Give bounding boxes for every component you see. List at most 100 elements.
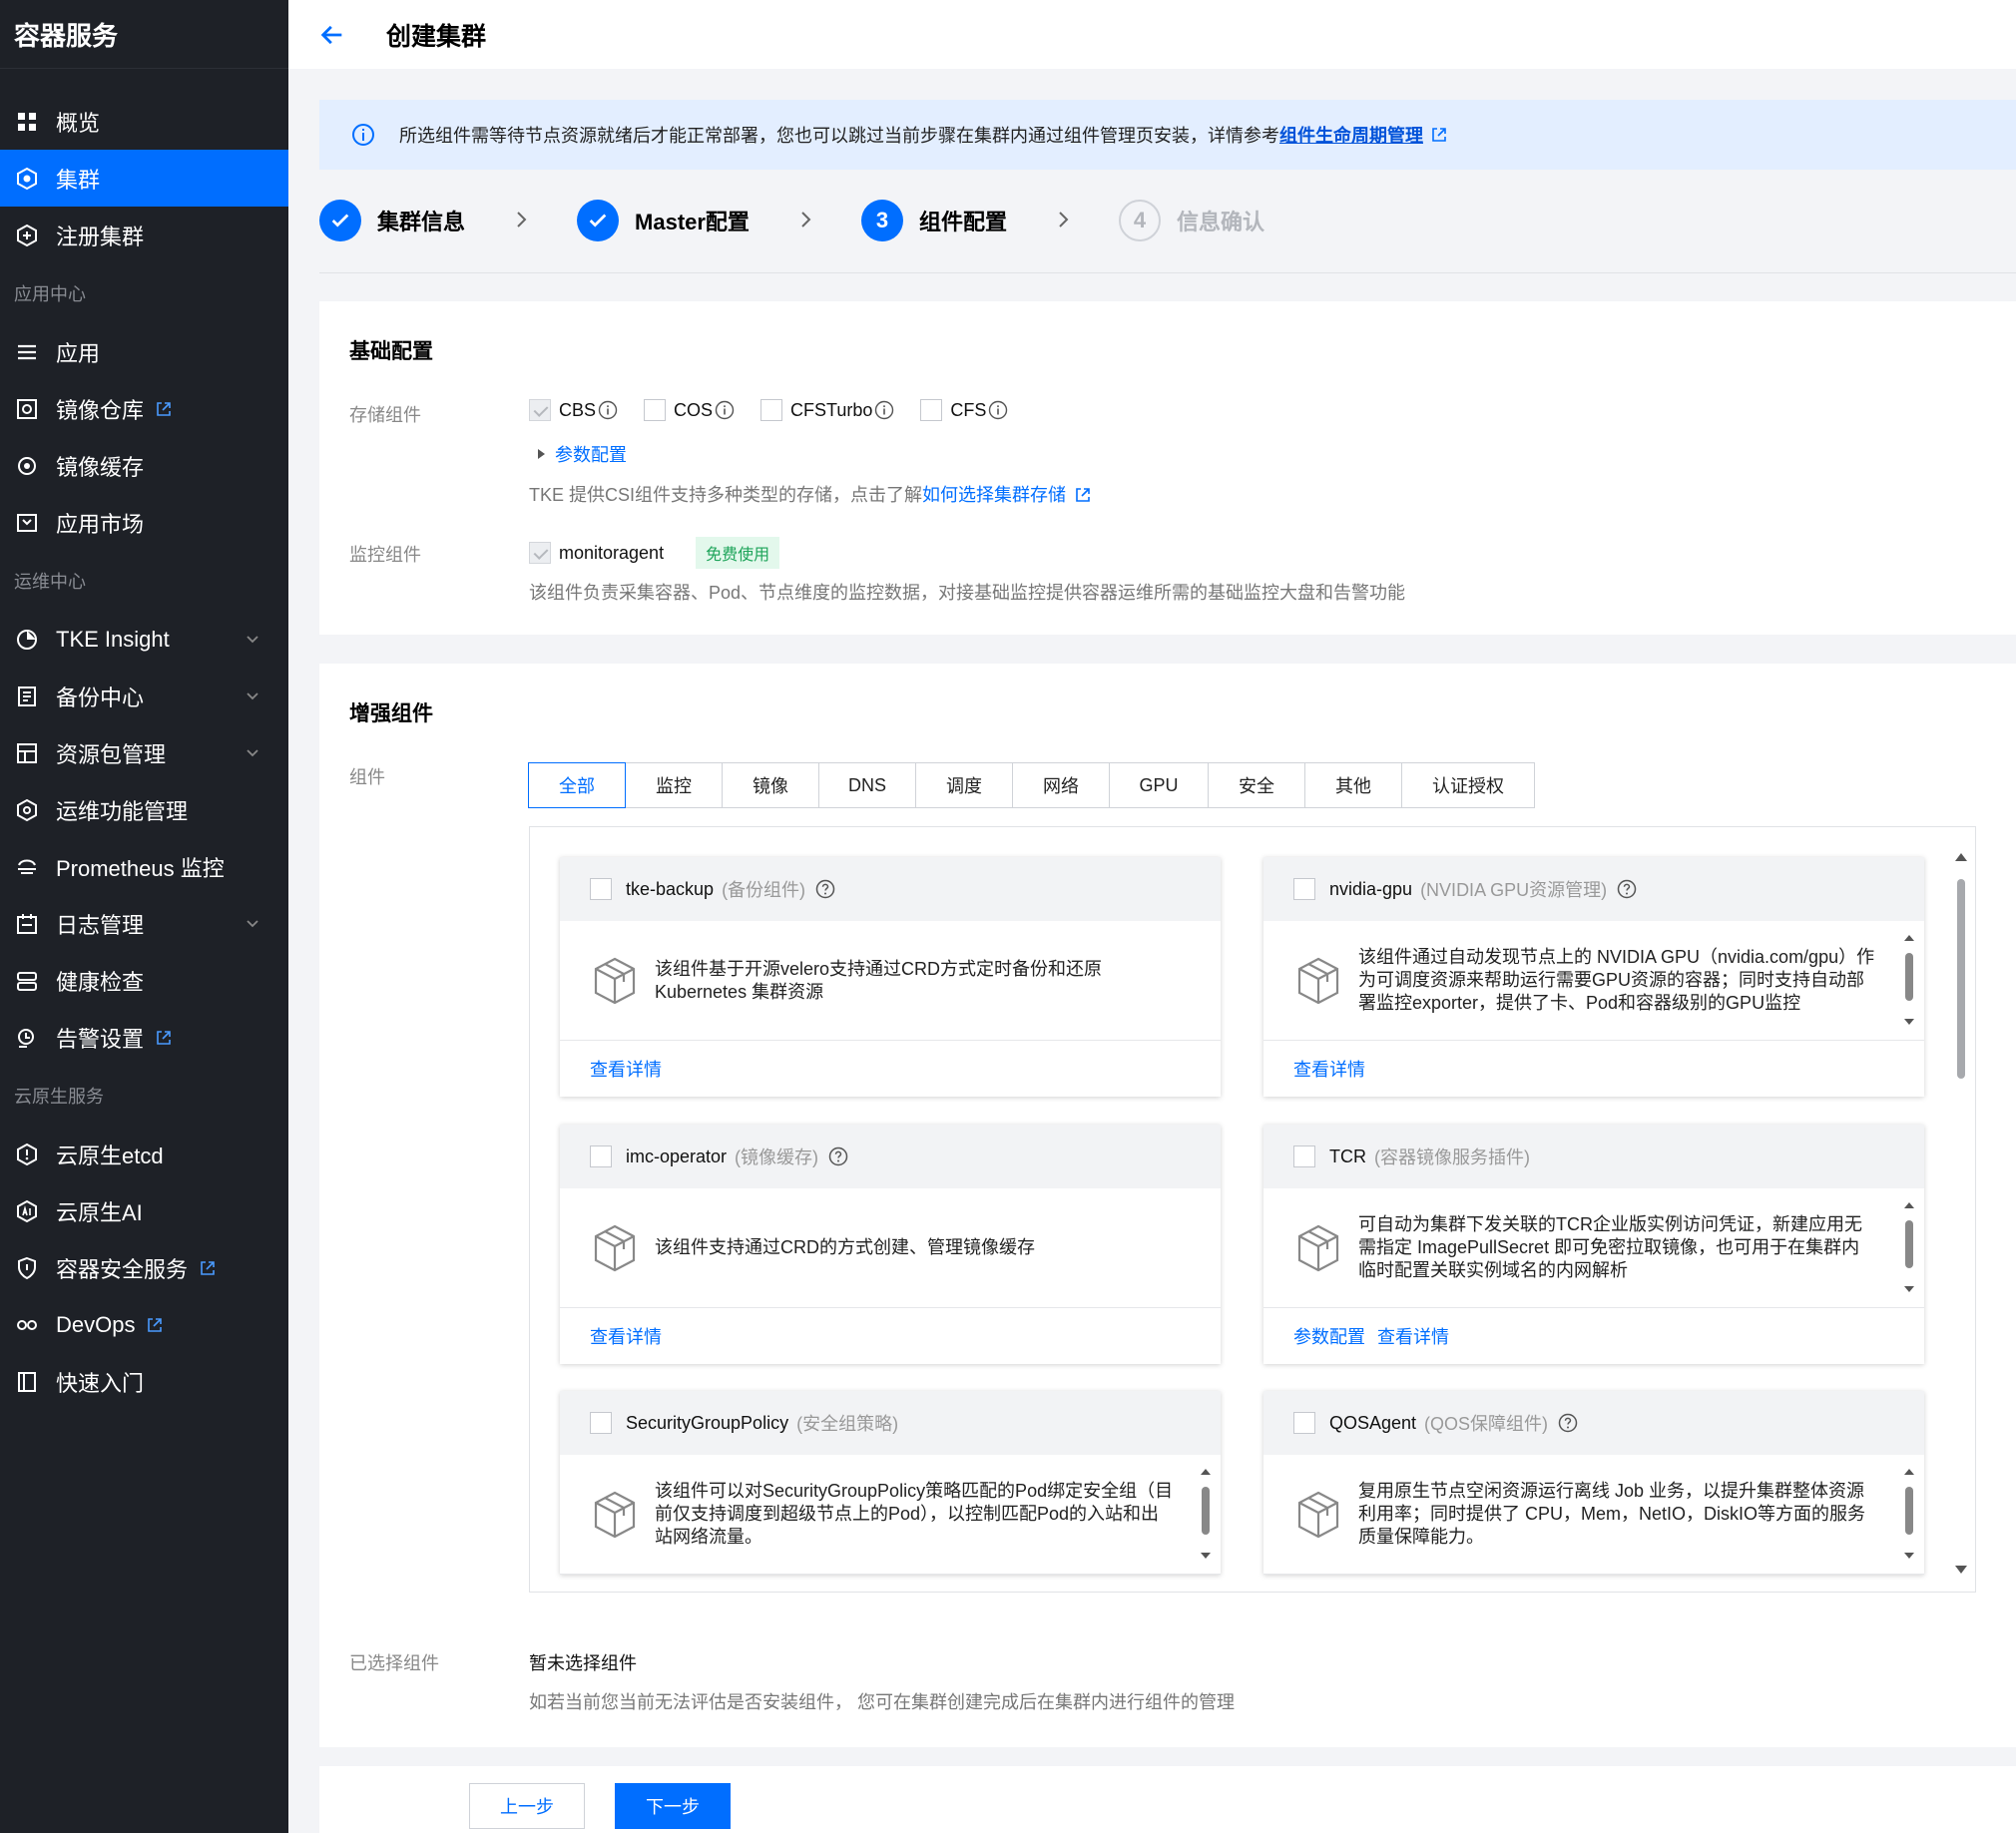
scrollbar[interactable] bbox=[1902, 931, 1916, 1031]
prev-step-button[interactable]: 上一步 bbox=[469, 1783, 585, 1829]
scrollbar[interactable] bbox=[1902, 1465, 1916, 1565]
category-tabs: 全部 监控 镜像 DNS 调度 网络 GPU 安全 其他 认证授权 bbox=[528, 762, 1535, 808]
component-desc: 该组件支持通过CRD的方式创建、管理镜像缓存 bbox=[655, 1237, 1035, 1257]
info-circle-icon[interactable] bbox=[715, 400, 735, 420]
component-desc: 该组件可以对SecurityGroupPolicy策略匹配的Pod绑定安全组（目… bbox=[655, 1481, 1174, 1547]
tab-3[interactable]: DNS bbox=[818, 762, 916, 808]
sidebar-item-label: 集群 bbox=[56, 167, 101, 193]
sidebar-item-ops[interactable]: 运维功能管理 bbox=[0, 781, 288, 838]
sidebar-item-market[interactable]: 应用市场 bbox=[0, 494, 288, 551]
page-header: 创建集群 bbox=[288, 0, 2016, 69]
sidebar-item-cluster[interactable]: 集群 bbox=[0, 150, 288, 207]
sidebar-item-alarm[interactable]: 告警设置 bbox=[0, 1009, 288, 1066]
param-config-toggle[interactable]: 参数配置 bbox=[537, 441, 627, 467]
sidebar-item-health[interactable]: 健康检查 bbox=[0, 952, 288, 1009]
back-arrow-icon[interactable] bbox=[318, 21, 346, 49]
component-actions: 参数配置 查看详情 bbox=[1263, 1308, 1924, 1364]
sidebar-item-log[interactable]: 日志管理 bbox=[0, 895, 288, 952]
option-monitoragent: monitoragent bbox=[559, 542, 665, 563]
checkbox[interactable] bbox=[644, 399, 667, 421]
help-circle-icon[interactable] bbox=[815, 879, 835, 899]
external-link-icon bbox=[1432, 128, 1446, 142]
enhanced-title: 增强组件 bbox=[349, 702, 433, 725]
tab-5[interactable]: 网络 bbox=[1012, 762, 1110, 808]
option-cfsturbo[interactable]: CFSTurbo bbox=[760, 399, 894, 421]
help-circle-icon[interactable] bbox=[828, 1146, 848, 1166]
component-cn-name: (备份组件) bbox=[722, 880, 806, 900]
component-checkbox[interactable] bbox=[590, 1146, 612, 1167]
chevron-down-icon[interactable] bbox=[245, 744, 260, 760]
component-checkbox[interactable] bbox=[590, 1412, 612, 1434]
option-label: CFSTurbo bbox=[790, 399, 873, 420]
step-label: 集群信息 bbox=[377, 210, 466, 234]
sidebar-item-label: Prometheus 监控 bbox=[56, 855, 225, 881]
sidebar-item-package[interactable]: 资源包管理 bbox=[0, 724, 288, 781]
sidebar-item-label: 概览 bbox=[56, 110, 101, 136]
step-component-config: 3 组件配置 bbox=[860, 198, 1007, 243]
image-repo-icon bbox=[14, 396, 40, 422]
sidebar-item-etcd[interactable]: 云原生etcd bbox=[0, 1126, 288, 1182]
lifecycle-link[interactable]: 组件生命周期管理 bbox=[1279, 122, 1423, 148]
component-checkbox[interactable] bbox=[1293, 1412, 1315, 1434]
tab-4[interactable]: 调度 bbox=[915, 762, 1013, 808]
sidebar-item-register[interactable]: 注册集群 bbox=[0, 207, 288, 263]
security-icon bbox=[14, 1255, 40, 1281]
tab-2[interactable]: 镜像 bbox=[722, 762, 819, 808]
component-actions: 查看详情 bbox=[560, 1041, 1221, 1097]
checkbox[interactable] bbox=[529, 542, 551, 564]
choose-storage-link[interactable]: 如何选择集群存储 bbox=[922, 485, 1066, 505]
scrollbar[interactable] bbox=[1953, 849, 1969, 1578]
view-details-link[interactable]: 查看详情 bbox=[590, 1323, 662, 1349]
info-circle-icon[interactable] bbox=[598, 400, 618, 420]
sidebar-item-backup[interactable]: 备份中心 bbox=[0, 668, 288, 724]
sidebar-item-insight[interactable]: TKE Insight bbox=[0, 611, 288, 668]
sidebar-item-ai[interactable]: 云原生AI bbox=[0, 1182, 288, 1239]
sidebar-item-image-repo[interactable]: 镜像仓库 bbox=[0, 380, 288, 437]
scrollbar[interactable] bbox=[1199, 1465, 1213, 1565]
sidebar-item-label: DevOps bbox=[56, 1311, 136, 1337]
sidebar-item-image-cache[interactable]: 镜像缓存 bbox=[0, 437, 288, 494]
help-circle-icon[interactable] bbox=[1558, 1413, 1578, 1433]
tab-1[interactable]: 监控 bbox=[625, 762, 723, 808]
tab-6[interactable]: GPU bbox=[1109, 762, 1209, 808]
stepper: 集群信息 Master配置 3 组件配置 4 信息确认 bbox=[319, 198, 2016, 273]
component-desc: 该组件基于开源velero支持通过CRD方式定时备份和还原Kubernetes … bbox=[655, 958, 1103, 1002]
tab-0[interactable]: 全部 bbox=[528, 762, 626, 808]
tab-7[interactable]: 安全 bbox=[1208, 762, 1305, 808]
view-details-link[interactable]: 查看详情 bbox=[590, 1056, 662, 1082]
tab-8[interactable]: 其他 bbox=[1304, 762, 1402, 808]
chevron-down-icon[interactable] bbox=[245, 631, 260, 647]
devops-icon bbox=[14, 1312, 40, 1338]
view-details-link[interactable]: 查看详情 bbox=[1377, 1323, 1449, 1349]
sidebar-item-prometheus[interactable]: Prometheus 监控 bbox=[0, 838, 288, 895]
option-cbs[interactable]: CBS bbox=[529, 399, 618, 421]
checkbox[interactable] bbox=[529, 399, 551, 421]
help-circle-icon[interactable] bbox=[1617, 879, 1637, 899]
chevron-down-icon[interactable] bbox=[245, 687, 260, 703]
sidebar-item-security[interactable]: 容器安全服务 bbox=[0, 1239, 288, 1296]
component-checkbox[interactable] bbox=[590, 878, 612, 900]
nav-group-app: 应用中心 bbox=[14, 284, 86, 304]
param-config-link[interactable]: 参数配置 bbox=[555, 441, 627, 467]
sidebar-item-grid[interactable]: 概览 bbox=[0, 93, 288, 150]
option-cfs[interactable]: CFS bbox=[920, 399, 1008, 421]
chevron-down-icon[interactable] bbox=[245, 915, 260, 931]
sidebar: 容器服务 概览 集群 注册集群 应用中心 应用 镜像仓库 镜像缓存 应用市场 运维中心 T… bbox=[0, 0, 288, 1833]
sidebar-item-app[interactable]: 应用 bbox=[0, 323, 288, 380]
tab-9[interactable]: 认证授权 bbox=[1401, 762, 1535, 808]
checkbox[interactable] bbox=[920, 399, 943, 421]
info-circle-icon[interactable] bbox=[988, 400, 1008, 420]
option-cos[interactable]: COS bbox=[644, 399, 735, 421]
sidebar-item-devops[interactable]: DevOps bbox=[0, 1296, 288, 1353]
component-checkbox[interactable] bbox=[1293, 1146, 1315, 1167]
nav-group-cloud: 云原生服务 bbox=[14, 1087, 104, 1107]
checkbox[interactable] bbox=[760, 399, 783, 421]
sidebar-item-quickstart[interactable]: 快速入门 bbox=[0, 1353, 288, 1410]
next-step-button[interactable]: 下一步 bbox=[615, 1783, 731, 1829]
param-config-link[interactable]: 参数配置 bbox=[1293, 1323, 1365, 1349]
sidebar-item-label: 应用 bbox=[56, 340, 101, 366]
view-details-link[interactable]: 查看详情 bbox=[1293, 1056, 1365, 1082]
component-checkbox[interactable] bbox=[1293, 878, 1315, 900]
info-circle-icon[interactable] bbox=[874, 400, 894, 420]
scrollbar[interactable] bbox=[1902, 1198, 1916, 1298]
